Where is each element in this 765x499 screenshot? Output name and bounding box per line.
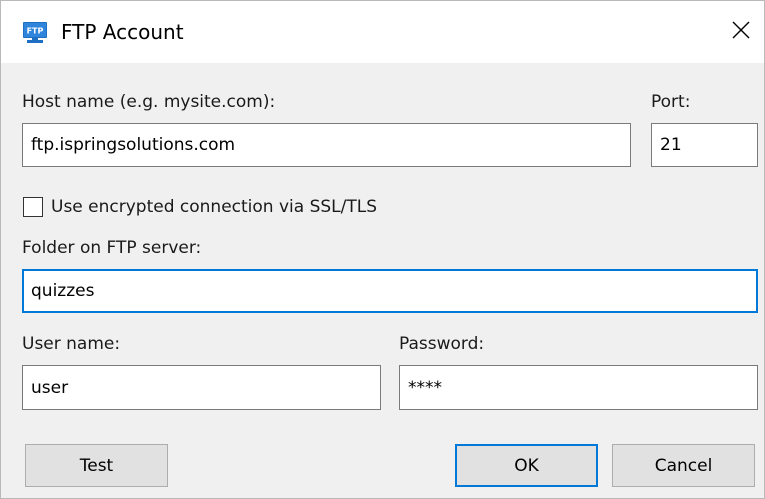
- title-bar: FTP FTP Account: [1, 1, 764, 63]
- ssl-checkbox-label[interactable]: Use encrypted connection via SSL/TLS: [51, 196, 377, 218]
- host-name-label: Host name (e.g. mysite.com):: [22, 92, 276, 112]
- test-button[interactable]: Test: [25, 444, 168, 487]
- password-label: Password:: [399, 334, 485, 354]
- port-input[interactable]: [651, 123, 758, 167]
- svg-text:FTP: FTP: [27, 27, 44, 36]
- ok-button[interactable]: OK: [455, 444, 598, 487]
- ssl-checkbox[interactable]: [23, 197, 43, 217]
- folder-input[interactable]: [22, 269, 758, 313]
- ftp-account-dialog: FTP FTP Account Host name (e.g. mysite.c…: [0, 0, 765, 499]
- port-label: Port:: [651, 92, 691, 112]
- user-name-label: User name:: [22, 334, 121, 354]
- cancel-button[interactable]: Cancel: [612, 444, 755, 487]
- dialog-title: FTP Account: [61, 20, 184, 44]
- ftp-app-icon: FTP: [23, 22, 47, 43]
- user-name-input[interactable]: [22, 365, 381, 410]
- password-input[interactable]: [399, 365, 758, 410]
- close-button[interactable]: [717, 1, 764, 63]
- folder-label: Folder on FTP server:: [22, 238, 202, 258]
- close-icon: [732, 21, 750, 43]
- host-name-input[interactable]: [22, 123, 631, 167]
